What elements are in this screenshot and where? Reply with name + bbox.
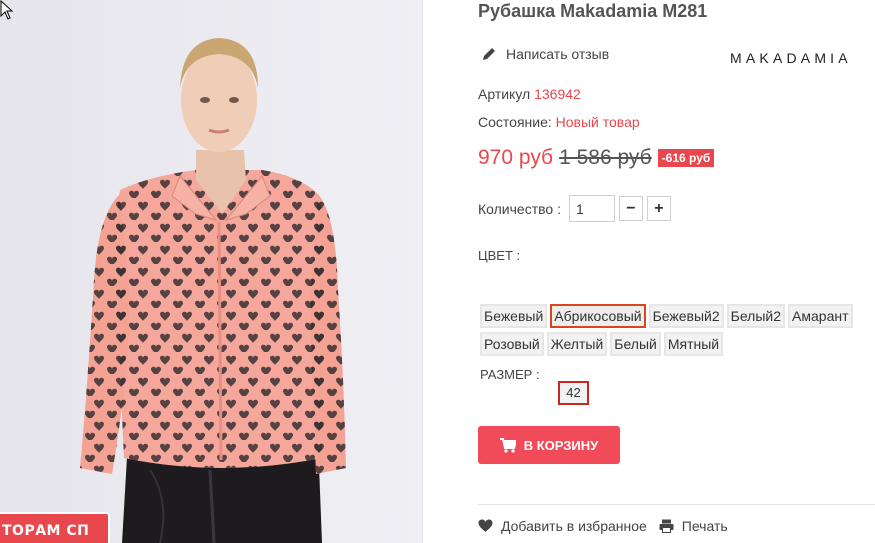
pencil-icon bbox=[483, 48, 495, 60]
quantity-input[interactable] bbox=[568, 195, 615, 222]
print-label: Печать bbox=[681, 518, 728, 534]
color-heading: ЦВЕТ : bbox=[478, 248, 521, 263]
product-title: Рубашка Makadamia M281 bbox=[478, 1, 708, 21]
model-photo-illustration bbox=[0, 0, 422, 543]
sku-label: Артикул bbox=[478, 86, 531, 102]
color-option[interactable]: Мятный bbox=[663, 332, 724, 356]
color-option[interactable]: Розовый bbox=[480, 332, 544, 356]
quantity-decrease-button[interactable]: − bbox=[618, 196, 643, 221]
color-option[interactable]: Амарант bbox=[788, 304, 853, 328]
product-photo[interactable]: ТОРАМ СП bbox=[0, 0, 423, 543]
color-option[interactable]: Бежевый bbox=[480, 304, 548, 328]
promo-tab[interactable]: ТОРАМ СП bbox=[0, 512, 110, 543]
cart-icon bbox=[499, 437, 516, 453]
bottom-links: Добавить в избранное Печать bbox=[478, 518, 740, 534]
discount-badge: -616 руб bbox=[657, 149, 715, 167]
size-heading: РАЗМЕР : bbox=[480, 367, 540, 382]
color-row: Розовый Желтый Белый Мятный bbox=[480, 332, 875, 356]
color-option[interactable]: Бежевый2 bbox=[648, 304, 724, 328]
color-option[interactable]: Белый bbox=[610, 332, 661, 356]
quantity-label: Количество : bbox=[478, 200, 561, 217]
condition-line: Состояние: Новый товар bbox=[478, 114, 640, 130]
old-price: 1 586 руб bbox=[559, 146, 652, 169]
current-price: 970 руб bbox=[478, 146, 554, 169]
print-link[interactable]: Печать bbox=[659, 518, 728, 534]
add-to-cart-label: В КОРЗИНУ bbox=[523, 437, 599, 453]
color-row: Бежевый Абрикосовый Бежевый2 Белый2 Амар… bbox=[480, 304, 875, 328]
divider bbox=[478, 504, 875, 505]
quantity-increase-button[interactable]: + bbox=[646, 196, 671, 221]
mouse-cursor-icon bbox=[0, 0, 14, 20]
quantity-row: Количество : − + bbox=[478, 195, 675, 222]
write-review-label: Написать отзыв bbox=[506, 46, 610, 62]
color-option-selected[interactable]: Абрикосовый bbox=[550, 304, 646, 328]
size-option-selected[interactable]: 42 bbox=[558, 381, 589, 405]
color-option[interactable]: Белый2 bbox=[726, 304, 786, 328]
add-to-favorites-label: Добавить в избранное bbox=[501, 518, 647, 534]
add-to-cart-button[interactable]: В КОРЗИНУ bbox=[478, 426, 620, 464]
sku-line: Артикул 136942 bbox=[478, 86, 581, 102]
sku-value: 136942 bbox=[534, 86, 581, 102]
printer-icon bbox=[659, 519, 674, 533]
price-row: 970 руб 1 586 руб -616 руб bbox=[478, 146, 715, 170]
condition-value: Новый товар bbox=[555, 114, 640, 130]
color-option[interactable]: Желтый bbox=[546, 332, 608, 356]
add-to-favorites-link[interactable]: Добавить в избранное bbox=[478, 518, 647, 534]
brand-logo[interactable]: MAKADAMIA bbox=[730, 50, 852, 66]
heart-icon bbox=[478, 519, 493, 532]
product-info-panel: Рубашка Makadamia M281 Написать отзыв MA… bbox=[478, 0, 875, 543]
condition-label: Состояние: bbox=[478, 114, 552, 130]
color-options: Бежевый Абрикосовый Бежевый2 Белый2 Амар… bbox=[480, 304, 875, 360]
write-review-link[interactable]: Написать отзыв bbox=[482, 46, 609, 62]
